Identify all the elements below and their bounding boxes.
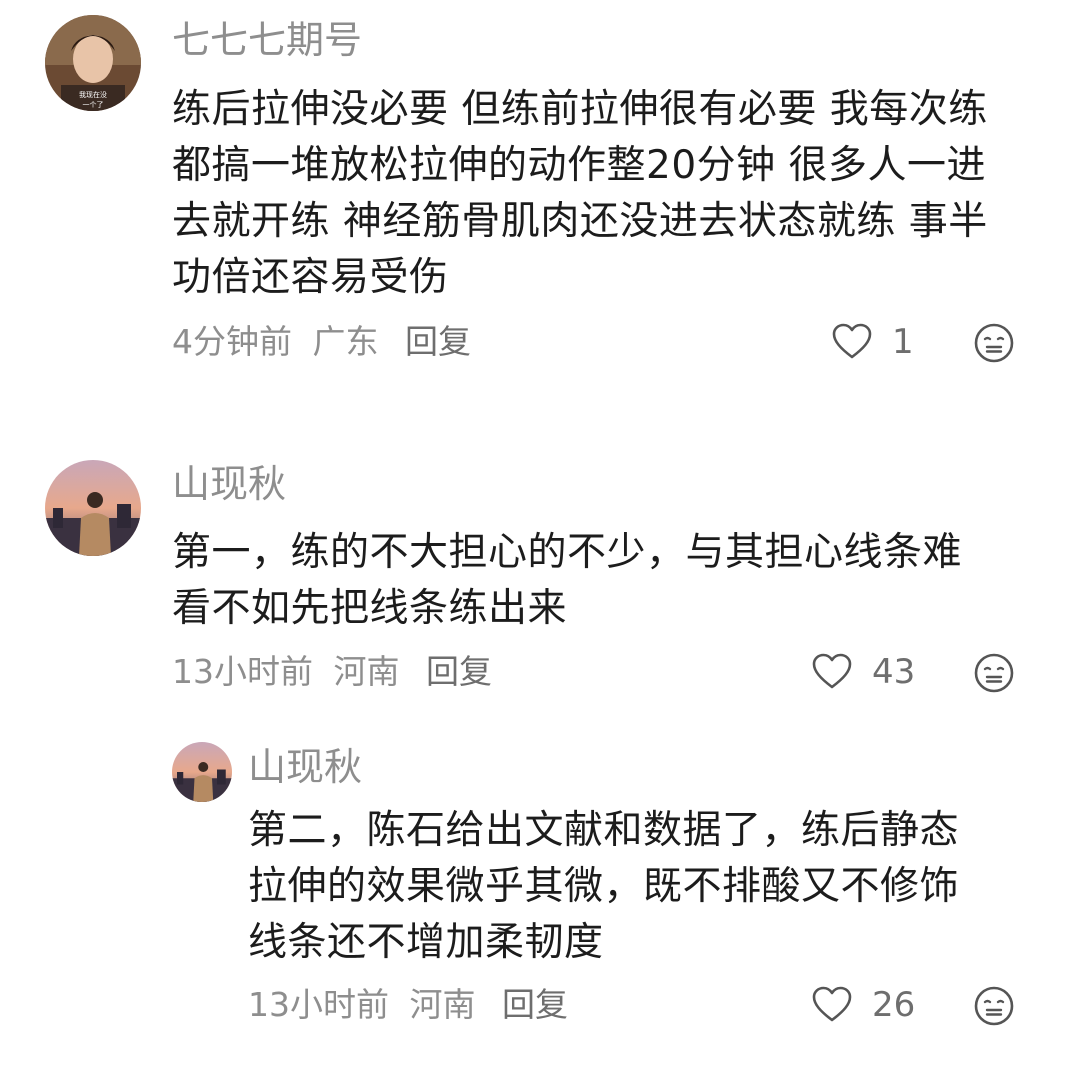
emoji-reaction-button[interactable]	[973, 322, 1015, 364]
like-count: 26	[872, 985, 916, 1025]
comment-meta: 13小时前 河南 回复	[248, 983, 578, 1027]
emoji-reaction-button[interactable]	[973, 985, 1015, 1027]
emoji-reaction-button[interactable]	[973, 652, 1015, 694]
user-avatar[interactable]	[45, 460, 141, 556]
like-button[interactable]: 26	[810, 983, 915, 1027]
heart-outline-icon	[812, 986, 852, 1022]
user-avatar[interactable]: 我现在没 一个了	[45, 15, 141, 111]
reply-button[interactable]: 回复	[405, 322, 471, 361]
user-avatar[interactable]	[172, 742, 232, 802]
comment-text: 第二，陈石给出文献和数据了，练后静态 拉伸的效果微乎其微，既不排酸又不修饰 线条…	[248, 808, 960, 965]
comment-time: 13小时前	[172, 652, 313, 691]
heart-outline-icon	[812, 653, 852, 689]
like-button[interactable]: 43	[810, 650, 915, 694]
svg-text:我现在没: 我现在没	[79, 90, 107, 99]
like-button[interactable]: 1	[830, 320, 914, 364]
emoji-face-icon	[974, 653, 1014, 693]
username[interactable]: 山现秋	[248, 743, 362, 791]
comment-location: 河南	[409, 985, 476, 1024]
heart-outline-icon	[832, 323, 872, 359]
comment-meta: 4分钟前 广东 回复	[172, 320, 481, 364]
username[interactable]: 山现秋	[172, 460, 286, 508]
comment-text: 练后拉伸没必要 但练前拉伸很有必要 我每次练 都搞一堆放松拉伸的动作整20分钟 …	[172, 87, 988, 300]
like-count: 1	[892, 322, 914, 362]
comment-location: 河南	[333, 652, 400, 691]
emoji-face-icon	[974, 323, 1014, 363]
comment-text: 第一，练的不大担心的不少，与其担心线条难 看不如先把线条练出来	[172, 530, 963, 631]
emoji-face-icon	[974, 986, 1014, 1026]
comment-time: 13小时前	[248, 985, 389, 1024]
comment-location: 广东	[312, 322, 379, 361]
like-count: 43	[872, 652, 916, 692]
comment-time: 4分钟前	[172, 322, 292, 361]
reply-button[interactable]: 回复	[502, 985, 568, 1024]
username[interactable]: 七七七期号	[172, 16, 362, 64]
svg-text:一个了: 一个了	[83, 101, 104, 109]
reply-button[interactable]: 回复	[426, 652, 492, 691]
comment-meta: 13小时前 河南 回复	[172, 650, 502, 694]
